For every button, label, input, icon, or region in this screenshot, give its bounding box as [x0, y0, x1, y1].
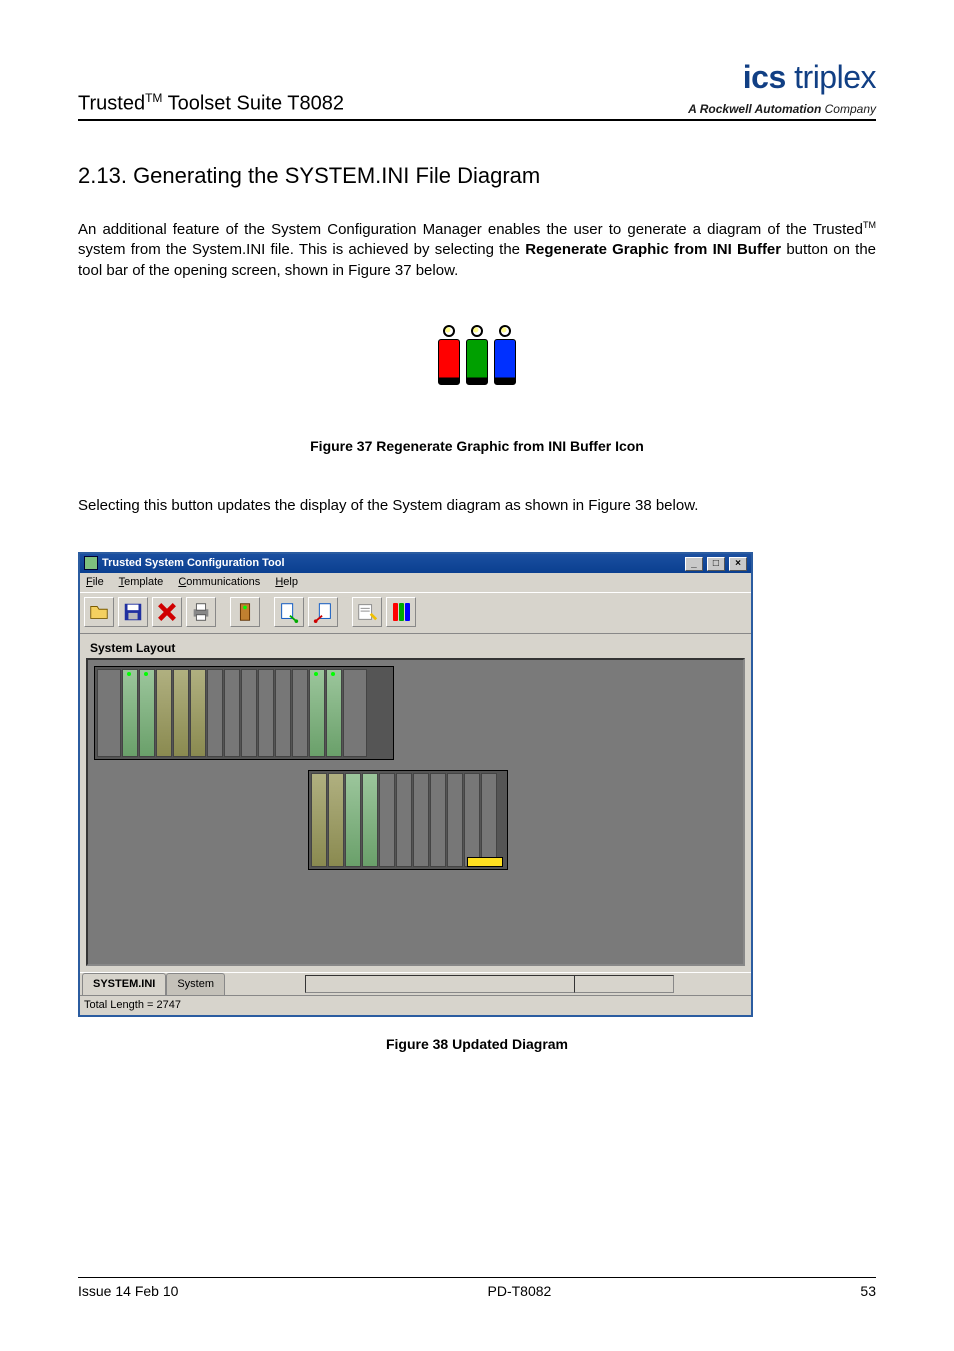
slot-empty[interactable]: [241, 669, 257, 757]
slot-empty[interactable]: [224, 669, 240, 757]
menubar: File Template Communications Help: [80, 573, 751, 592]
panel-label: System Layout: [86, 636, 745, 658]
tab-system[interactable]: System: [166, 973, 225, 995]
slot-empty[interactable]: [464, 773, 480, 867]
status-panes: [305, 975, 749, 993]
slot[interactable]: [326, 669, 342, 757]
close-button[interactable]: ×: [729, 557, 747, 571]
slot[interactable]: [173, 669, 189, 757]
statusbar: Total Length = 2747: [80, 995, 751, 1015]
brand-logo: ics triplex A Rockwell Automation Compan…: [688, 56, 876, 117]
delete-button[interactable]: [152, 597, 182, 627]
slot-empty[interactable]: [481, 773, 497, 867]
slot[interactable]: [328, 773, 344, 867]
regenerate-graphic-icon: [78, 325, 876, 393]
para1-b: system from the System.INI file. This is…: [78, 241, 525, 258]
chassis-top[interactable]: [94, 666, 394, 760]
paragraph-1: An additional feature of the System Conf…: [78, 219, 876, 281]
figure-37-caption: Figure 37 Regenerate Graphic from INI Bu…: [78, 437, 876, 456]
footer-right: 53: [860, 1282, 876, 1301]
window-controls: _ □ ×: [684, 556, 747, 571]
slot-empty[interactable]: [413, 773, 429, 867]
maximize-button[interactable]: □: [707, 557, 725, 571]
menu-template[interactable]: Template: [119, 576, 164, 588]
figure-38-caption: Figure 38 Updated Diagram: [78, 1035, 876, 1054]
slot-empty[interactable]: [207, 669, 223, 757]
menu-help[interactable]: Help: [275, 576, 298, 588]
chassis-bottom[interactable]: [308, 770, 508, 870]
slot[interactable]: [156, 669, 172, 757]
slot[interactable]: [311, 773, 327, 867]
slot-empty[interactable]: [396, 773, 412, 867]
page-header: TrustedTM Toolset Suite T8082 ics triple…: [78, 56, 876, 121]
titlebar[interactable]: Trusted System Configuration Tool _ □ ×: [80, 554, 751, 573]
module-icon-red: [437, 325, 461, 393]
slot[interactable]: [139, 669, 155, 757]
slot[interactable]: [97, 669, 121, 757]
slot[interactable]: [309, 669, 325, 757]
brand-sub-thin: Company: [821, 102, 876, 116]
module-icon-green: [465, 325, 489, 393]
print-button[interactable]: [186, 597, 216, 627]
page-footer: Issue 14 Feb 10 PD-T8082 53: [78, 1277, 876, 1301]
app-icon: [84, 556, 98, 570]
warning-indicator-icon: [467, 857, 503, 867]
save-button[interactable]: [118, 597, 148, 627]
module-button[interactable]: [230, 597, 260, 627]
menu-communications[interactable]: Communications: [178, 576, 260, 588]
brand-line2: A Rockwell Automation Company: [688, 101, 876, 117]
module-icon-blue: [493, 325, 517, 393]
doc-right-button[interactable]: [308, 597, 338, 627]
brand-bold: ics: [743, 59, 786, 95]
brand-line1: ics triplex: [688, 56, 876, 99]
app-window: Trusted System Configuration Tool _ □ × …: [78, 552, 753, 1017]
header-tm: TM: [145, 91, 162, 105]
slot-empty[interactable]: [275, 669, 291, 757]
slot[interactable]: [122, 669, 138, 757]
slot[interactable]: [345, 773, 361, 867]
slot-empty[interactable]: [292, 669, 308, 757]
slot-empty[interactable]: [379, 773, 395, 867]
para1-a: An additional feature of the System Conf…: [78, 221, 863, 238]
slot[interactable]: [362, 773, 378, 867]
slot-empty[interactable]: [430, 773, 446, 867]
para1-tm: TM: [863, 220, 876, 230]
slot[interactable]: [343, 669, 367, 757]
section-number: 2.13.: [78, 163, 127, 188]
header-left-prefix: Trusted: [78, 92, 145, 114]
diagram-area[interactable]: [86, 658, 745, 966]
footer-left: Issue 14 Feb 10: [78, 1282, 178, 1301]
paragraph-2: Selecting this button updates the displa…: [78, 496, 876, 516]
doc-left-button[interactable]: [274, 597, 304, 627]
properties-button[interactable]: [352, 597, 382, 627]
brand-sub-bold: A Rockwell Automation: [688, 102, 821, 116]
menu-file[interactable]: File: [86, 576, 104, 588]
regenerate-graphic-button[interactable]: [386, 597, 416, 627]
header-left: TrustedTM Toolset Suite T8082: [78, 90, 344, 118]
toolbar: [80, 592, 751, 634]
section-heading: 2.13. Generating the SYSTEM.INI File Dia…: [78, 161, 876, 191]
window-title: Trusted System Configuration Tool: [102, 556, 285, 571]
section-title: Generating the SYSTEM.INI File Diagram: [133, 163, 540, 188]
tabs-row: SYSTEM.INI System: [80, 972, 751, 995]
header-left-suffix: Toolset Suite T8082: [162, 92, 344, 114]
brand-thin: triplex: [786, 59, 876, 95]
para1-bold: Regenerate Graphic from INI Buffer: [525, 241, 781, 258]
slot-empty[interactable]: [447, 773, 463, 867]
slot-empty[interactable]: [258, 669, 274, 757]
slot[interactable]: [190, 669, 206, 757]
footer-center: PD-T8082: [488, 1282, 552, 1301]
open-button[interactable]: [84, 597, 114, 627]
system-layout-panel: System Layout: [80, 634, 751, 972]
tab-system-ini[interactable]: SYSTEM.INI: [82, 973, 166, 995]
minimize-button[interactable]: _: [685, 557, 703, 571]
